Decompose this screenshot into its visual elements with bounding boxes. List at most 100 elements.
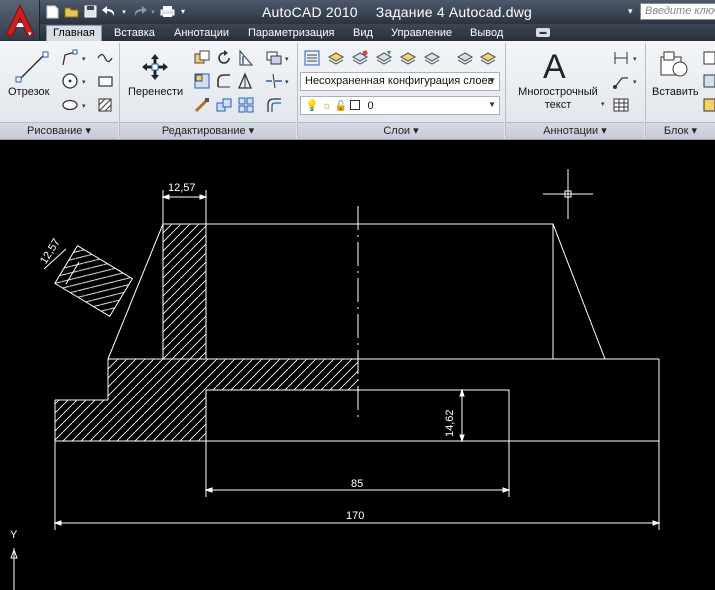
dimension-dropdown-icon[interactable]: ▾ (633, 55, 637, 63)
draw-panel-title-text: Рисование (27, 125, 83, 137)
redo-dropdown-icon[interactable]: ▾ (149, 3, 157, 20)
ellipse-icon[interactable] (60, 95, 80, 115)
layer-tool-3-icon[interactable] (374, 48, 394, 68)
application-menu-button[interactable]: ▾ (0, 0, 40, 40)
layer-tool-5-icon[interactable] (422, 48, 442, 68)
block-panel-title-text: Блок (663, 125, 689, 137)
undo-icon[interactable] (101, 3, 118, 20)
explode-icon[interactable] (264, 71, 284, 91)
tab-home[interactable]: Главная (46, 25, 102, 42)
layers-panel-title[interactable]: Слои ▾ (298, 122, 504, 139)
block-attributes-icon[interactable] (703, 95, 715, 115)
tab-output[interactable]: Вывод (470, 26, 503, 41)
linear-dimension-icon[interactable] (611, 48, 631, 68)
autocad-logo-icon: ▾ (5, 3, 35, 37)
crosshair-cursor-icon (543, 169, 593, 219)
copy-icon[interactable] (192, 48, 212, 68)
rotate-icon[interactable] (214, 48, 234, 68)
edit-block-icon[interactable] (703, 71, 715, 91)
open-folder-icon[interactable] (63, 3, 80, 20)
insert-block-label[interactable]: Вставить (652, 86, 699, 99)
hatch-icon[interactable] (95, 95, 115, 115)
dimension-text-height: 14,62 (444, 409, 456, 437)
spline-icon[interactable] (95, 48, 115, 68)
layer-state-value: Несохраненная конфигурация слоев (305, 75, 494, 87)
undo-dropdown-icon[interactable]: ▾ (120, 3, 128, 20)
redo-icon[interactable] (130, 3, 147, 20)
multiline-text-dropdown-icon[interactable]: ▾ (601, 100, 605, 108)
dimension-text-overall-length: 170 (346, 510, 365, 522)
rectangle-icon[interactable] (95, 71, 115, 91)
lightbulb-icon: 💡 (305, 100, 319, 112)
explode-dropdown-icon[interactable]: ▾ (285, 78, 289, 86)
search-input[interactable]: Введите ключ (640, 3, 715, 20)
layer-state-dropdown[interactable]: Несохраненная конфигурация слоев ▼ (300, 72, 500, 91)
print-icon[interactable] (159, 3, 176, 20)
annotation-panel-title[interactable]: Аннотации ▾ (506, 122, 644, 139)
tab-view[interactable]: Вид (353, 26, 373, 41)
tab-manage[interactable]: Управление (391, 26, 452, 41)
layer-tool-7-icon[interactable] (478, 48, 498, 68)
modify-panel-title-text: Редактирование (161, 125, 246, 137)
polyline-icon[interactable] (60, 48, 80, 68)
stretch-icon[interactable] (192, 95, 212, 115)
move-tool-icon[interactable] (139, 51, 171, 83)
current-layer-dropdown[interactable]: 💡 ☼ 🔓 0 ▼ (300, 96, 500, 115)
table-icon[interactable] (611, 95, 631, 115)
polyline-dropdown-icon[interactable]: ▾ (82, 55, 86, 63)
layer-tool-4-icon[interactable] (398, 48, 418, 68)
layer-tool-2-icon[interactable] (350, 48, 370, 68)
fillet-icon[interactable] (214, 71, 234, 91)
title-bar: ▾ ▾ ▾ AutoCAD 2010 Задание 4 Autocad.dwg … (0, 0, 715, 24)
leader-icon[interactable] (611, 71, 631, 91)
ribbon-tab-bar: Главная Вставка Аннотации Параметризация… (0, 24, 715, 42)
document-name: Задание 4 Autocad.dwg (375, 4, 533, 20)
mirror-icon[interactable] (192, 71, 212, 91)
move-tool-label[interactable]: Перенести (128, 86, 183, 99)
layer-tool-6-icon[interactable] (455, 48, 475, 68)
leader-dropdown-icon[interactable]: ▾ (633, 78, 637, 86)
tab-annotate[interactable]: Аннотации (174, 26, 229, 41)
layers-panel-title-text: Слои (383, 125, 411, 137)
save-icon[interactable] (82, 3, 99, 20)
modify-panel-title[interactable]: Редактирование ▾ (120, 122, 296, 139)
circle-dropdown-icon[interactable]: ▾ (82, 78, 86, 86)
revolved-section (54, 244, 134, 318)
array-icon[interactable] (214, 95, 234, 115)
insert-block-icon[interactable] (658, 49, 692, 83)
layer-properties-icon[interactable] (302, 48, 322, 68)
lock-icon: 🔓 (334, 101, 348, 112)
draw-panel-title[interactable]: Рисование ▾ (0, 122, 118, 139)
tab-insert[interactable]: Вставка (114, 26, 155, 41)
scale-icon[interactable] (236, 71, 256, 91)
tab-parametric[interactable]: Параметризация (248, 26, 334, 41)
chevron-down-icon: ▼ (488, 100, 496, 109)
qat-customize-icon[interactable]: ▾ (178, 3, 188, 20)
multiline-text-icon[interactable]: A (540, 47, 574, 83)
drawing-svg[interactable] (0, 141, 715, 590)
multiline-text-label[interactable]: Многострочный текст (515, 86, 601, 112)
circle-icon[interactable] (60, 71, 80, 91)
trim-icon[interactable] (236, 48, 256, 68)
new-file-icon[interactable] (44, 3, 61, 20)
erase-dropdown-icon[interactable]: ▾ (285, 55, 289, 63)
offset-icon[interactable] (264, 95, 284, 115)
svg-text:A: A (543, 48, 566, 83)
drawing-canvas[interactable]: 12,57 12,57 14,62 85 170 Y (0, 141, 715, 590)
line-tool-icon[interactable] (14, 49, 50, 85)
layer-tool-1-icon[interactable] (326, 48, 346, 68)
svg-text:▾: ▾ (28, 31, 32, 37)
line-tool-label[interactable]: Отрезок (8, 86, 49, 99)
current-layer-value: 0 (367, 100, 374, 112)
block-panel-title[interactable]: Блок ▾ (646, 122, 715, 139)
create-block-icon[interactable] (703, 48, 715, 68)
ucs-icon (10, 548, 18, 590)
rectangular-array-icon[interactable] (236, 95, 256, 115)
title-dropdown-icon[interactable]: ▾ (628, 6, 633, 17)
sun-icon: ☼ (321, 100, 332, 112)
ellipse-dropdown-icon[interactable]: ▾ (82, 102, 86, 110)
dimension-text-top-width: 12,57 (168, 182, 196, 194)
erase-icon[interactable] (264, 48, 284, 68)
annotation-panel-title-text: Аннотации (543, 125, 599, 137)
ribbon-minimize-icon[interactable]: ▬ (536, 28, 550, 37)
